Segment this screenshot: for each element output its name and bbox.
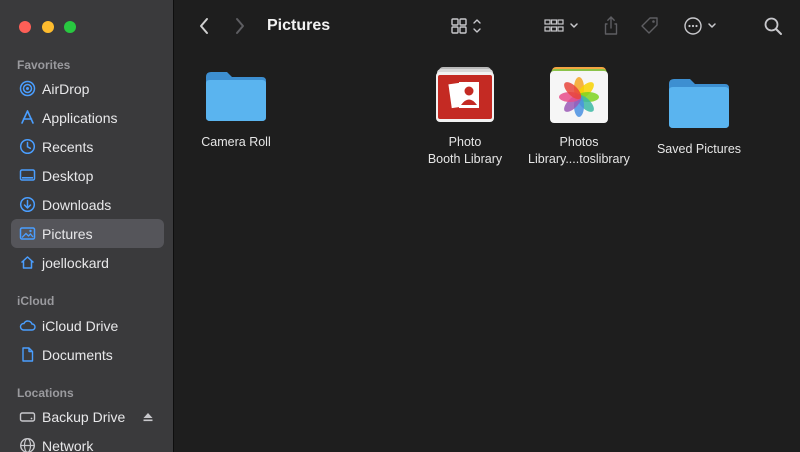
file-camera-roll[interactable]: Camera Roll [181,67,291,151]
sidebar-item-desktop[interactable]: Desktop [11,161,164,190]
home-icon [19,254,36,271]
sidebar-item-label: Recents [42,138,94,155]
zoom-window-button[interactable] [64,21,76,33]
icon-view-icon [450,14,468,43]
tag-button[interactable] [639,14,661,43]
sidebar-item-downloads[interactable]: Downloads [11,190,164,219]
document-icon [19,346,36,363]
file-photo-booth-library[interactable]: Photo Booth Library [410,67,520,167]
clock-icon [19,138,36,155]
chevron-left-icon [197,14,211,43]
sidebar-item-icloud-drive[interactable]: iCloud Drive [11,311,164,340]
sidebar-item-applications[interactable]: Applications [11,103,164,132]
sidebar-item-recents[interactable]: Recents [11,132,164,161]
sidebar: Favorites AirDrop Applications Recents D… [0,0,174,452]
sidebar-item-label: Applications [42,109,118,126]
folder-icon [204,67,268,128]
drive-icon [19,408,36,425]
search-button[interactable] [763,14,783,43]
sidebar-item-label: joellockard [42,254,109,271]
group-icon [543,14,565,43]
sidebar-item-label: Network [42,437,94,452]
sidebar-item-label: Pictures [42,225,93,242]
photo-booth-icon [433,67,497,128]
chevron-down-icon [569,14,579,43]
pictures-icon [19,225,36,242]
forward-button[interactable] [233,14,247,43]
folder-icon [667,74,731,135]
file-photos-library[interactable]: Photos Library....toslibrary [524,67,634,167]
cloud-icon [19,317,36,334]
sidebar-item-pictures[interactable]: Pictures [11,219,164,248]
toolbar: Pictures [175,0,800,52]
file-name: Photo Booth Library [427,135,503,166]
sidebar-item-label: Desktop [42,167,94,184]
tag-icon [639,14,661,43]
airdrop-icon [19,80,36,97]
minimize-window-button[interactable] [42,21,54,33]
sidebar-section-locations: Locations [17,386,74,400]
desktop-icon [19,167,36,184]
chevron-right-icon [233,14,247,43]
file-name: Photos Library....toslibrary [528,135,630,166]
group-by-button[interactable] [543,14,579,43]
back-button[interactable] [197,14,211,43]
action-menu-button[interactable] [683,14,717,43]
search-icon [763,14,783,43]
finder-window: Favorites AirDrop Applications Recents D… [0,0,800,452]
sidebar-item-label: Downloads [42,196,112,213]
sidebar-item-backup-drive[interactable]: Backup Drive [11,402,164,431]
network-icon [19,437,36,452]
sidebar-item-home[interactable]: joellockard [11,248,164,277]
sidebar-item-airdrop[interactable]: AirDrop [11,74,164,103]
sidebar-item-network[interactable]: Network [11,431,164,452]
photos-library-icon [547,67,611,128]
download-icon [19,196,36,213]
applications-icon [19,109,36,126]
share-button[interactable] [602,14,620,43]
ellipsis-circle-icon [683,14,703,43]
view-mode-button[interactable] [450,14,482,43]
sidebar-item-label: iCloud Drive [42,317,119,334]
sidebar-item-documents[interactable]: Documents [11,340,164,369]
share-icon [602,14,620,43]
sidebar-item-label: AirDrop [42,80,90,97]
sidebar-item-label: Documents [42,346,113,363]
sidebar-item-label: Backup Drive [42,408,126,425]
close-window-button[interactable] [19,21,31,33]
sidebar-section-icloud: iCloud [17,294,55,308]
eject-icon[interactable] [142,410,154,428]
file-saved-pictures[interactable]: Saved Pictures [644,74,754,158]
file-name: Saved Pictures [656,142,742,156]
window-title: Pictures [267,17,331,34]
sidebar-section-favorites: Favorites [17,58,71,72]
chevron-down-icon [707,14,717,43]
file-name: Camera Roll [201,135,271,149]
up-down-chevron-icon [472,14,482,43]
